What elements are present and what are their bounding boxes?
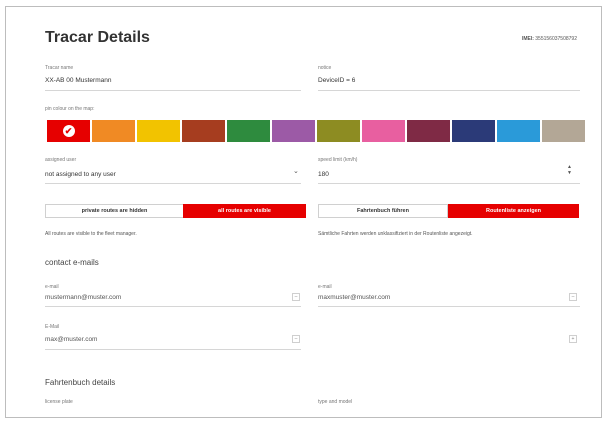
- imei-label: IMEI:: [521, 36, 534, 42]
- stepper-down-icon[interactable]: ▼: [567, 170, 572, 176]
- check-icon: ✔: [62, 125, 75, 137]
- assigned-user-select[interactable]: not assigned to any user: [45, 171, 116, 178]
- notice-label: notice: [318, 65, 332, 71]
- color-swatch-11[interactable]: [497, 120, 540, 142]
- tracar-name-label: Tracar name: [45, 65, 74, 71]
- email-label-1: e-mail: [45, 284, 59, 290]
- color-swatch-10[interactable]: [452, 120, 495, 142]
- email-input-3[interactable]: max@muster.com: [45, 336, 97, 343]
- tracar-name-input[interactable]: XX-AB 00 Mustermann: [45, 77, 111, 84]
- remove-email-button-1[interactable]: –: [292, 293, 300, 301]
- color-swatch-5[interactable]: [227, 120, 270, 142]
- email-label-3: E-Mail: [45, 324, 60, 330]
- speed-limit-input[interactable]: 180: [318, 171, 329, 178]
- speed-limit-underline: [318, 183, 580, 184]
- assigned-user-underline: [45, 183, 301, 184]
- page-title: Tracar Details: [45, 29, 150, 46]
- all-routes-visible-button[interactable]: all routes are visible: [183, 204, 306, 218]
- remove-email-button-2[interactable]: –: [569, 293, 577, 301]
- routenliste-anzeigen-button[interactable]: Routenliste anzeigen: [448, 204, 579, 218]
- chevron-down-icon[interactable]: ⌄: [293, 167, 299, 175]
- details-panel: Tracar Details IMEI: 355156037508792 Tra…: [5, 6, 602, 418]
- routes-note: All routes are visible to the fleet mana…: [45, 231, 137, 237]
- email-underline-2: [318, 306, 580, 307]
- color-picker: ✔: [47, 120, 585, 142]
- imei-value: 355156037508792: [535, 36, 577, 42]
- logbook-note: Sämtliche Fahrten werden unklassifiziert…: [318, 231, 473, 237]
- speed-stepper[interactable]: ▲ ▼: [567, 164, 572, 176]
- add-email-button[interactable]: +: [569, 335, 577, 343]
- color-swatch-3[interactable]: [137, 120, 180, 142]
- license-plate-label: license plate: [45, 399, 73, 405]
- color-swatch-9[interactable]: [407, 120, 450, 142]
- email-input-2[interactable]: maxmuster@muster.com: [318, 294, 390, 301]
- color-swatch-12[interactable]: [542, 120, 585, 142]
- type-model-label: type and model: [318, 399, 353, 405]
- color-swatch-4[interactable]: [182, 120, 225, 142]
- email-underline-1: [45, 306, 301, 307]
- private-routes-hidden-button[interactable]: private routes are hidden: [45, 204, 184, 218]
- imei-display: IMEI: 355156037508792: [522, 36, 577, 42]
- notice-input[interactable]: DeviceID = 6: [318, 77, 355, 84]
- remove-email-button-3[interactable]: –: [292, 335, 300, 343]
- speed-limit-label: speed limit (km/h): [318, 157, 358, 163]
- email-input-1[interactable]: mustermann@muster.com: [45, 294, 121, 301]
- pin-colour-label: pin colour on the map:: [45, 106, 95, 112]
- assigned-user-label: assigned user: [45, 157, 77, 163]
- email-underline-3: [45, 349, 301, 350]
- color-swatch-7[interactable]: [317, 120, 360, 142]
- color-swatch-2[interactable]: [92, 120, 135, 142]
- contact-emails-heading: contact e-mails: [45, 258, 99, 267]
- tracar-name-underline: [45, 90, 301, 91]
- notice-underline: [318, 90, 580, 91]
- fahrtenbuch-details-heading: Fahrtenbuch details: [45, 378, 116, 387]
- color-swatch-8[interactable]: [362, 120, 405, 142]
- fahrtenbuch-fuehren-button[interactable]: Fahrtenbuch führen: [318, 204, 448, 218]
- color-swatch-1[interactable]: ✔: [47, 120, 90, 142]
- color-swatch-6[interactable]: [272, 120, 315, 142]
- email-label-2: e-mail: [318, 284, 332, 290]
